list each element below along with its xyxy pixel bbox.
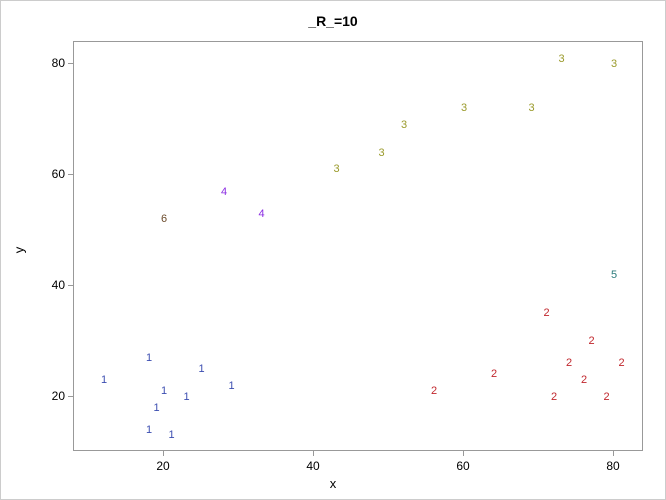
y-tick-label: 40	[35, 278, 65, 292]
data-point: 6	[161, 213, 167, 225]
y-axis-label: y	[12, 247, 27, 254]
data-point: 2	[603, 391, 609, 403]
y-tick-mark	[68, 285, 73, 286]
data-point: 3	[611, 58, 617, 70]
plot-area: 11111111122222222233333334456	[73, 41, 643, 451]
data-point: 3	[378, 147, 384, 159]
data-point: 1	[228, 380, 234, 392]
data-point: 3	[401, 119, 407, 131]
data-point: 2	[566, 357, 572, 369]
x-tick-mark	[163, 451, 164, 456]
data-point: 1	[168, 429, 174, 441]
y-tick-label: 60	[35, 167, 65, 181]
data-point: 2	[581, 374, 587, 386]
chart-container: _R_=10 11111111122222222233333334456 x y…	[0, 0, 666, 500]
x-tick-label: 60	[456, 459, 469, 473]
data-point: 1	[198, 363, 204, 375]
data-point: 3	[558, 53, 564, 65]
data-point: 3	[528, 102, 534, 114]
chart-title: _R_=10	[1, 13, 665, 29]
data-point: 1	[146, 352, 152, 364]
y-tick-mark	[68, 174, 73, 175]
data-point: 2	[431, 385, 437, 397]
data-point: 1	[101, 374, 107, 386]
data-point: 3	[461, 102, 467, 114]
data-point: 2	[588, 335, 594, 347]
data-point: 4	[258, 208, 264, 220]
data-point: 1	[161, 385, 167, 397]
x-tick-mark	[613, 451, 614, 456]
data-point: 4	[221, 186, 227, 198]
x-tick-label: 80	[606, 459, 619, 473]
data-point: 5	[611, 269, 617, 281]
data-point: 1	[183, 391, 189, 403]
x-tick-mark	[313, 451, 314, 456]
x-tick-mark	[463, 451, 464, 456]
data-point: 2	[543, 307, 549, 319]
x-axis-label: x	[1, 476, 665, 491]
data-point: 2	[618, 357, 624, 369]
y-tick-label: 80	[35, 56, 65, 70]
y-tick-mark	[68, 396, 73, 397]
y-tick-label: 20	[35, 389, 65, 403]
x-tick-label: 40	[306, 459, 319, 473]
data-point: 2	[491, 368, 497, 380]
data-point: 2	[551, 391, 557, 403]
y-tick-mark	[68, 63, 73, 64]
data-point: 1	[153, 402, 159, 414]
x-tick-label: 20	[156, 459, 169, 473]
data-point: 3	[333, 163, 339, 175]
data-point: 1	[146, 424, 152, 436]
